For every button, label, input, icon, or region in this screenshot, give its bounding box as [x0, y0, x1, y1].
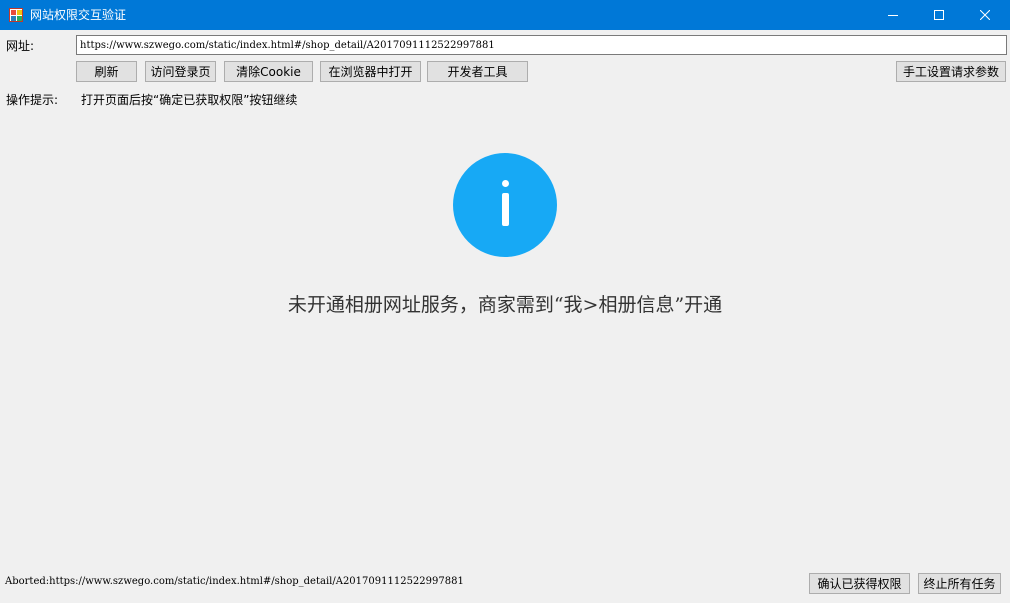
visit-login-button[interactable]: 访问登录页	[145, 61, 216, 82]
maximize-button[interactable]	[916, 0, 962, 30]
confirm-permission-button[interactable]: 确认已获得权限	[809, 573, 910, 594]
status-text: Aborted:https://www.szwego.com/static/in…	[5, 576, 464, 587]
minimize-button[interactable]	[870, 0, 916, 30]
minimize-icon	[888, 15, 898, 16]
manual-params-button[interactable]: 手工设置请求参数	[896, 61, 1006, 82]
hint-text: 打开页面后按“确定已获取权限”按钮继续	[81, 93, 298, 107]
maximize-icon	[934, 10, 944, 20]
close-button[interactable]	[962, 0, 1008, 30]
open-in-browser-button[interactable]: 在浏览器中打开	[320, 61, 421, 82]
app-icon	[9, 8, 23, 22]
dev-tools-button[interactable]: 开发者工具	[427, 61, 528, 82]
info-icon	[453, 153, 557, 257]
title-bar: 网站权限交互验证	[0, 0, 1010, 30]
url-label: 网址:	[6, 39, 35, 53]
close-icon	[980, 10, 990, 20]
hint-label: 操作提示:	[6, 93, 59, 107]
web-content: 未开通相册网址服务，商家需到“我>相册信息”开通	[0, 110, 1010, 570]
clear-cookie-button[interactable]: 清除Cookie	[224, 61, 313, 82]
page-message: 未开通相册网址服务，商家需到“我>相册信息”开通	[287, 294, 723, 316]
url-input[interactable]	[76, 35, 1007, 55]
window-title: 网站权限交互验证	[30, 8, 127, 22]
refresh-button[interactable]: 刷新	[76, 61, 137, 82]
stop-all-tasks-button[interactable]: 终止所有任务	[918, 573, 1001, 594]
